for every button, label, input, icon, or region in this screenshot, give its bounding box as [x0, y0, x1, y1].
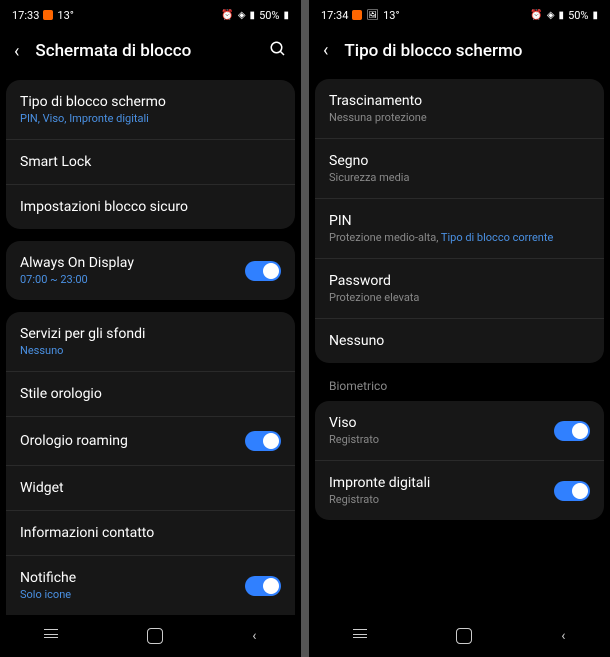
item-title: PIN [329, 213, 553, 229]
item-title: Servizi per gli sfondi [20, 326, 145, 342]
page-title: Schermata di blocco [35, 41, 253, 61]
status-left: 17:33 13° [12, 9, 74, 22]
photo-icon: 🖼 [366, 10, 379, 21]
group-lock: Tipo di blocco schermo PIN, Viso, Impron… [6, 80, 295, 229]
nav-recent-button[interactable] [353, 634, 367, 638]
notification-dot-icon [352, 10, 362, 20]
group-biometric: Viso Registrato Impronte digitali Regist… [315, 401, 604, 520]
phone-left: 17:33 13° ⏰ ◈ ▮ 50% ▮ ‹ Schermata di blo… [0, 0, 301, 657]
toggle-notifications[interactable] [245, 576, 281, 596]
back-button[interactable]: ‹ [323, 40, 328, 61]
phone-right: 17:34 🖼 13° ⏰ ◈ ▮ 50% ▮ ‹ Tipo di blocco… [309, 0, 610, 657]
item-sub: Nessuno [20, 344, 145, 357]
status-bar: 17:34 🖼 13° ⏰ ◈ ▮ 50% ▮ [309, 0, 610, 26]
item-pattern[interactable]: Segno Sicurezza media [315, 139, 604, 199]
item-title: Impostazioni blocco sicuro [20, 199, 188, 215]
item-title: Segno [329, 153, 409, 169]
status-temp: 13° [383, 9, 399, 22]
item-title: Informazioni contatto [20, 525, 154, 541]
item-pin[interactable]: PIN Protezione medio-alta, Tipo di blocc… [315, 199, 604, 259]
search-button[interactable] [269, 40, 287, 62]
item-sub: Nessuna protezione [329, 111, 427, 124]
item-title: Widget [20, 480, 64, 496]
nav-back-button[interactable]: ‹ [561, 628, 565, 644]
wifi-icon: ◈ [238, 10, 246, 21]
item-sub: Protezione elevata [329, 291, 419, 304]
item-swipe[interactable]: Trascinamento Nessuna protezione [315, 79, 604, 139]
toggle-roaming[interactable] [245, 431, 281, 451]
wifi-icon: ◈ [547, 10, 555, 21]
page-title: Tipo di blocco schermo [344, 41, 596, 61]
item-title: Nessuno [329, 333, 384, 349]
item-title: Always On Display [20, 255, 134, 271]
nav-recent-button[interactable] [44, 634, 58, 638]
item-title: Password [329, 273, 419, 289]
item-smart-lock[interactable]: Smart Lock [6, 140, 295, 185]
header: ‹ Tipo di blocco schermo [309, 26, 610, 79]
item-sub: Registrato [329, 433, 379, 446]
item-sub: Registrato [329, 493, 430, 506]
alarm-icon: ⏰ [221, 10, 233, 21]
signal-icon: ▮ [250, 10, 256, 21]
alarm-icon: ⏰ [530, 10, 542, 21]
signal-icon: ▮ [559, 10, 565, 21]
item-password[interactable]: Password Protezione elevata [315, 259, 604, 319]
item-sub: Protezione medio-alta, Tipo di blocco co… [329, 231, 553, 244]
battery-icon: ▮ [283, 10, 289, 21]
toggle-face[interactable] [554, 421, 590, 441]
status-time: 17:33 [12, 9, 39, 22]
nav-home-button[interactable] [456, 628, 472, 644]
nav-bar: ‹ [0, 615, 301, 657]
status-temp: 13° [57, 9, 73, 22]
group-display: Servizi per gli sfondi Nessuno Stile oro… [6, 312, 295, 615]
status-right: ⏰ ◈ ▮ 50% ▮ [530, 9, 598, 22]
item-widget[interactable]: Widget [6, 466, 295, 511]
status-right: ⏰ ◈ ▮ 50% ▮ [221, 9, 289, 22]
nav-bar: ‹ [309, 615, 610, 657]
item-title: Trascinamento [329, 93, 427, 109]
item-roaming-clock[interactable]: Orologio roaming [6, 417, 295, 466]
item-contact-info[interactable]: Informazioni contatto [6, 511, 295, 556]
status-time: 17:34 [321, 9, 348, 22]
item-title: Impronte digitali [329, 475, 430, 491]
group-aod: Always On Display 07:00 ~ 23:00 [6, 241, 295, 300]
item-secure-lock[interactable]: Impostazioni blocco sicuro [6, 185, 295, 229]
item-title: Tipo di blocco schermo [20, 94, 166, 110]
status-battery: 50% [568, 9, 588, 22]
section-biometric-label: Biometrico [315, 375, 604, 401]
item-sub: 07:00 ~ 23:00 [20, 273, 134, 286]
content[interactable]: Tipo di blocco schermo PIN, Viso, Impron… [0, 80, 301, 615]
item-sub: Sicurezza media [329, 171, 409, 184]
status-bar: 17:33 13° ⏰ ◈ ▮ 50% ▮ [0, 0, 301, 26]
item-title: Notifiche [20, 570, 76, 586]
item-title: Stile orologio [20, 386, 102, 402]
item-notifications[interactable]: Notifiche Solo icone [6, 556, 295, 615]
nav-home-button[interactable] [147, 628, 163, 644]
toggle-aod[interactable] [245, 261, 281, 281]
item-aod[interactable]: Always On Display 07:00 ~ 23:00 [6, 241, 295, 300]
item-title: Smart Lock [20, 154, 91, 170]
item-sub: PIN, Viso, Impronte digitali [20, 112, 166, 125]
item-clock-style[interactable]: Stile orologio [6, 372, 295, 417]
nav-back-button[interactable]: ‹ [252, 628, 256, 644]
item-none[interactable]: Nessuno [315, 319, 604, 363]
item-title: Orologio roaming [20, 433, 128, 449]
toggle-fingerprint[interactable] [554, 481, 590, 501]
item-title: Viso [329, 415, 379, 431]
content[interactable]: Trascinamento Nessuna protezione Segno S… [309, 79, 610, 615]
item-sub: Solo icone [20, 588, 76, 601]
item-face[interactable]: Viso Registrato [315, 401, 604, 461]
back-button[interactable]: ‹ [14, 41, 19, 62]
header: ‹ Schermata di blocco [0, 26, 301, 80]
status-left: 17:34 🖼 13° [321, 9, 400, 22]
group-lock-types: Trascinamento Nessuna protezione Segno S… [315, 79, 604, 363]
item-wallpaper-services[interactable]: Servizi per gli sfondi Nessuno [6, 312, 295, 372]
status-battery: 50% [259, 9, 279, 22]
item-lock-type[interactable]: Tipo di blocco schermo PIN, Viso, Impron… [6, 80, 295, 140]
item-fingerprint[interactable]: Impronte digitali Registrato [315, 461, 604, 520]
notification-dot-icon [43, 10, 53, 20]
battery-icon: ▮ [592, 10, 598, 21]
